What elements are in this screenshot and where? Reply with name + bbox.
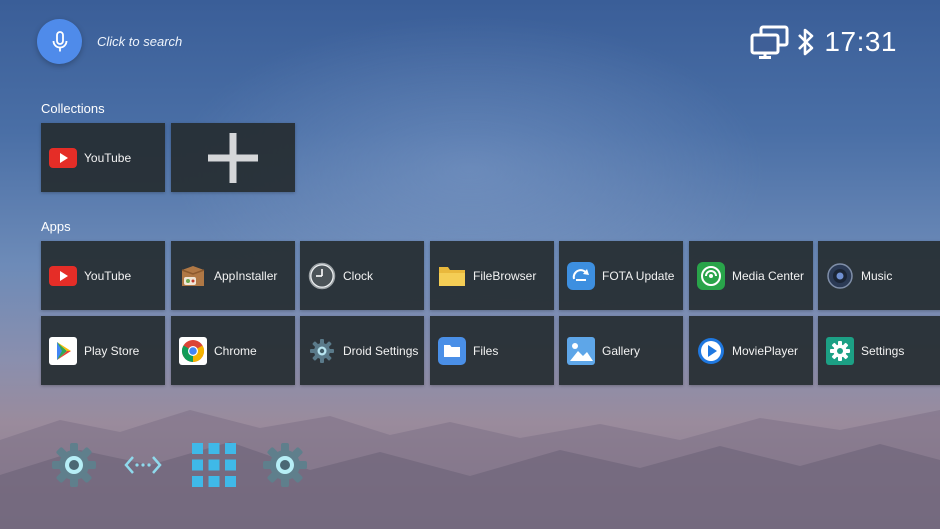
tile-label: FileBrowser <box>473 268 537 283</box>
fota-update-icon <box>567 261 595 290</box>
app-tile-droid-settings[interactable]: Droid Settings <box>300 316 424 385</box>
music-icon <box>826 262 854 290</box>
app-tile-gallery[interactable]: Gallery <box>559 316 683 385</box>
tile-label: YouTube <box>84 268 132 283</box>
tile-label: Droid Settings <box>343 343 419 358</box>
tile-label: Gallery <box>602 343 641 358</box>
tile-label: Clock <box>343 268 374 283</box>
files-icon <box>438 336 466 365</box>
network-arrows-icon <box>124 456 162 474</box>
status-clock: 17:31 <box>824 26 897 57</box>
settings-gear-icon <box>263 443 307 487</box>
app-tile-appinstaller[interactable]: AppInstaller <box>171 241 295 310</box>
tile-label: MoviePlayer <box>732 343 799 358</box>
settings-gear-icon <box>52 443 96 487</box>
app-tile-fota-update[interactable]: FOTA Update <box>559 241 683 310</box>
tile-label: AppInstaller <box>214 268 278 283</box>
tile-label: Media Center <box>732 268 805 283</box>
app-tile-music[interactable]: Music <box>818 241 940 310</box>
tile-label: Chrome <box>214 343 257 358</box>
settings-icon <box>826 336 854 365</box>
add-collection-button[interactable] <box>171 123 295 192</box>
voice-search-button[interactable] <box>37 19 82 64</box>
app-tile-youtube[interactable]: YouTube <box>41 241 165 310</box>
dock-droid-settings-button[interactable] <box>261 441 309 489</box>
plus-icon <box>208 132 258 183</box>
network-icon <box>750 25 789 59</box>
tile-label: Play Store <box>84 343 140 358</box>
tile-label: YouTube <box>84 150 132 165</box>
dock-settings-button[interactable] <box>50 441 98 489</box>
app-tile-movieplayer[interactable]: MoviePlayer <box>689 316 813 385</box>
status-bar: 17:31 <box>750 22 897 62</box>
clock-icon <box>308 262 336 290</box>
play-store-icon <box>49 336 77 365</box>
dock-network-button[interactable] <box>119 441 167 489</box>
app-tile-play-store[interactable]: Play Store <box>41 316 165 385</box>
search-hint[interactable]: Click to search <box>97 34 182 49</box>
microphone-icon <box>52 30 67 51</box>
app-tile-files[interactable]: Files <box>430 316 554 385</box>
droid-settings-icon <box>308 337 336 365</box>
tile-label: Files <box>473 343 499 358</box>
apps-heading: Apps <box>41 219 71 234</box>
folder-icon <box>438 262 466 290</box>
chrome-icon <box>179 336 207 365</box>
app-tile-clock[interactable]: Clock <box>300 241 424 310</box>
app-tile-settings[interactable]: Settings <box>818 316 940 385</box>
dock-all-apps-button[interactable] <box>190 441 238 489</box>
tile-label: Settings <box>861 343 905 358</box>
app-tile-chrome[interactable]: Chrome <box>171 316 295 385</box>
all-apps-grid-icon <box>192 443 236 487</box>
tile-label: Music <box>861 268 893 283</box>
app-tile-media-center[interactable]: Media Center <box>689 241 813 310</box>
tile-label: FOTA Update <box>602 268 675 283</box>
app-tile-filebrowser[interactable]: FileBrowser <box>430 241 554 310</box>
appinstaller-icon <box>179 262 207 290</box>
youtube-icon <box>49 262 77 290</box>
movieplayer-icon <box>697 337 725 365</box>
gallery-icon <box>567 336 595 365</box>
collections-heading: Collections <box>41 101 105 116</box>
media-center-icon <box>697 261 725 290</box>
youtube-icon <box>49 144 77 172</box>
bluetooth-icon <box>798 28 814 56</box>
collection-tile-youtube[interactable]: YouTube <box>41 123 165 192</box>
